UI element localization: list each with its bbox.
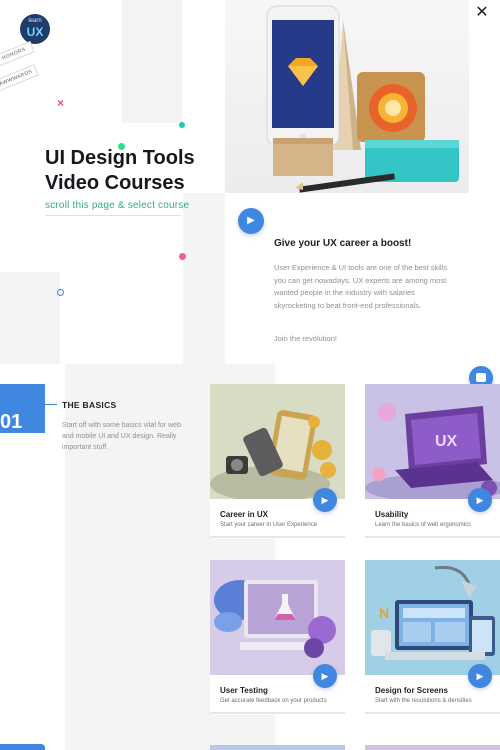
card-description: Learn the basics of web ergonomics (375, 522, 472, 528)
card-illustration (210, 560, 345, 675)
play-icon: ▶ (247, 215, 255, 226)
card-description: Get accurate feedback on your products (220, 698, 327, 704)
background-column-upper (122, 0, 182, 123)
hero-subtitle: scroll this page & select course (45, 200, 190, 211)
card-illustration (210, 384, 345, 499)
hero-title-line-2: Video Courses (45, 172, 185, 194)
card-progress-bar (365, 536, 500, 538)
next-card-peek-right (365, 745, 500, 750)
next-section-badge-peek (0, 744, 45, 750)
course-card-design-for-screens[interactable]: N ▶ Design for Screens Start with the re… (365, 560, 500, 715)
hero-illustration (225, 0, 469, 193)
card-illustration: N (365, 560, 500, 675)
course-card-usability[interactable]: UX ▶ Usability Learn the basics of web e… (365, 384, 500, 539)
boost-description: User Experience & UI tools are one of th… (274, 263, 447, 310)
section-description: Start off with some basics vital for web… (62, 422, 181, 451)
decorative-ring-blue (57, 289, 64, 296)
card-progress-bar (210, 712, 345, 714)
decorative-dot-teal (179, 122, 185, 128)
card-progress-bar (365, 712, 500, 714)
next-card-peek-left (210, 745, 345, 750)
course-card-career-in-ux[interactable]: ▶ Career in UX Start your career in User… (210, 384, 345, 539)
play-icon: ▶ (321, 671, 329, 681)
close-button[interactable]: ✕ (472, 4, 492, 24)
logo-text-learn: learn (28, 18, 42, 24)
card-illustration: UX (365, 384, 500, 499)
card-play-button[interactable]: ▶ (313, 488, 337, 512)
hero-illustration-svg (266, 5, 459, 193)
section-connector-line (45, 404, 57, 405)
learnux-logo[interactable]: learn UX (20, 14, 50, 44)
section-number-badge: 01 (0, 384, 45, 433)
usability-ux-label: UX (435, 433, 458, 450)
card-title: Career in UX (220, 510, 269, 519)
background-column-mid (183, 193, 225, 364)
card-title: Usability (375, 510, 409, 519)
boost-title: Give your UX career a boost! (274, 238, 412, 249)
hero-title: UI Design Tools Video Courses (45, 146, 195, 196)
decorative-dot-pink (179, 253, 186, 260)
course-card-user-testing[interactable]: ▶ User Testing Get accurate feedback on … (210, 560, 345, 715)
card-description: Start with the resolutions & densities (375, 698, 472, 704)
play-icon: ▶ (476, 671, 484, 681)
section-title: THE BASICS (62, 400, 117, 410)
decorative-cross-pink: × (57, 96, 65, 110)
award-badge-honors: HONORS (0, 40, 35, 68)
award-badge-awwwards: AWWWARDS (0, 64, 39, 92)
play-video-button[interactable]: ▶ (238, 208, 264, 234)
card-play-button[interactable]: ▶ (468, 664, 492, 688)
logo-text-ux: UX (26, 25, 44, 39)
background-column-left (0, 272, 60, 364)
card-title: Design for Screens (375, 686, 448, 695)
chat-icon (476, 373, 486, 382)
card-description: Start your career in User Experience (220, 522, 318, 528)
play-icon: ▶ (321, 495, 329, 505)
hero-subtitle-underline (45, 215, 181, 216)
play-icon: ▶ (476, 495, 484, 505)
card-progress-bar (210, 536, 345, 538)
svg-text:N: N (379, 605, 389, 621)
card-title: User Testing (220, 686, 268, 695)
card-play-button[interactable]: ▶ (313, 664, 337, 688)
hero-title-line-1: UI Design Tools (45, 147, 195, 169)
card-play-button[interactable]: ▶ (468, 488, 492, 512)
boost-join-text: Join the revolution! (274, 334, 337, 343)
